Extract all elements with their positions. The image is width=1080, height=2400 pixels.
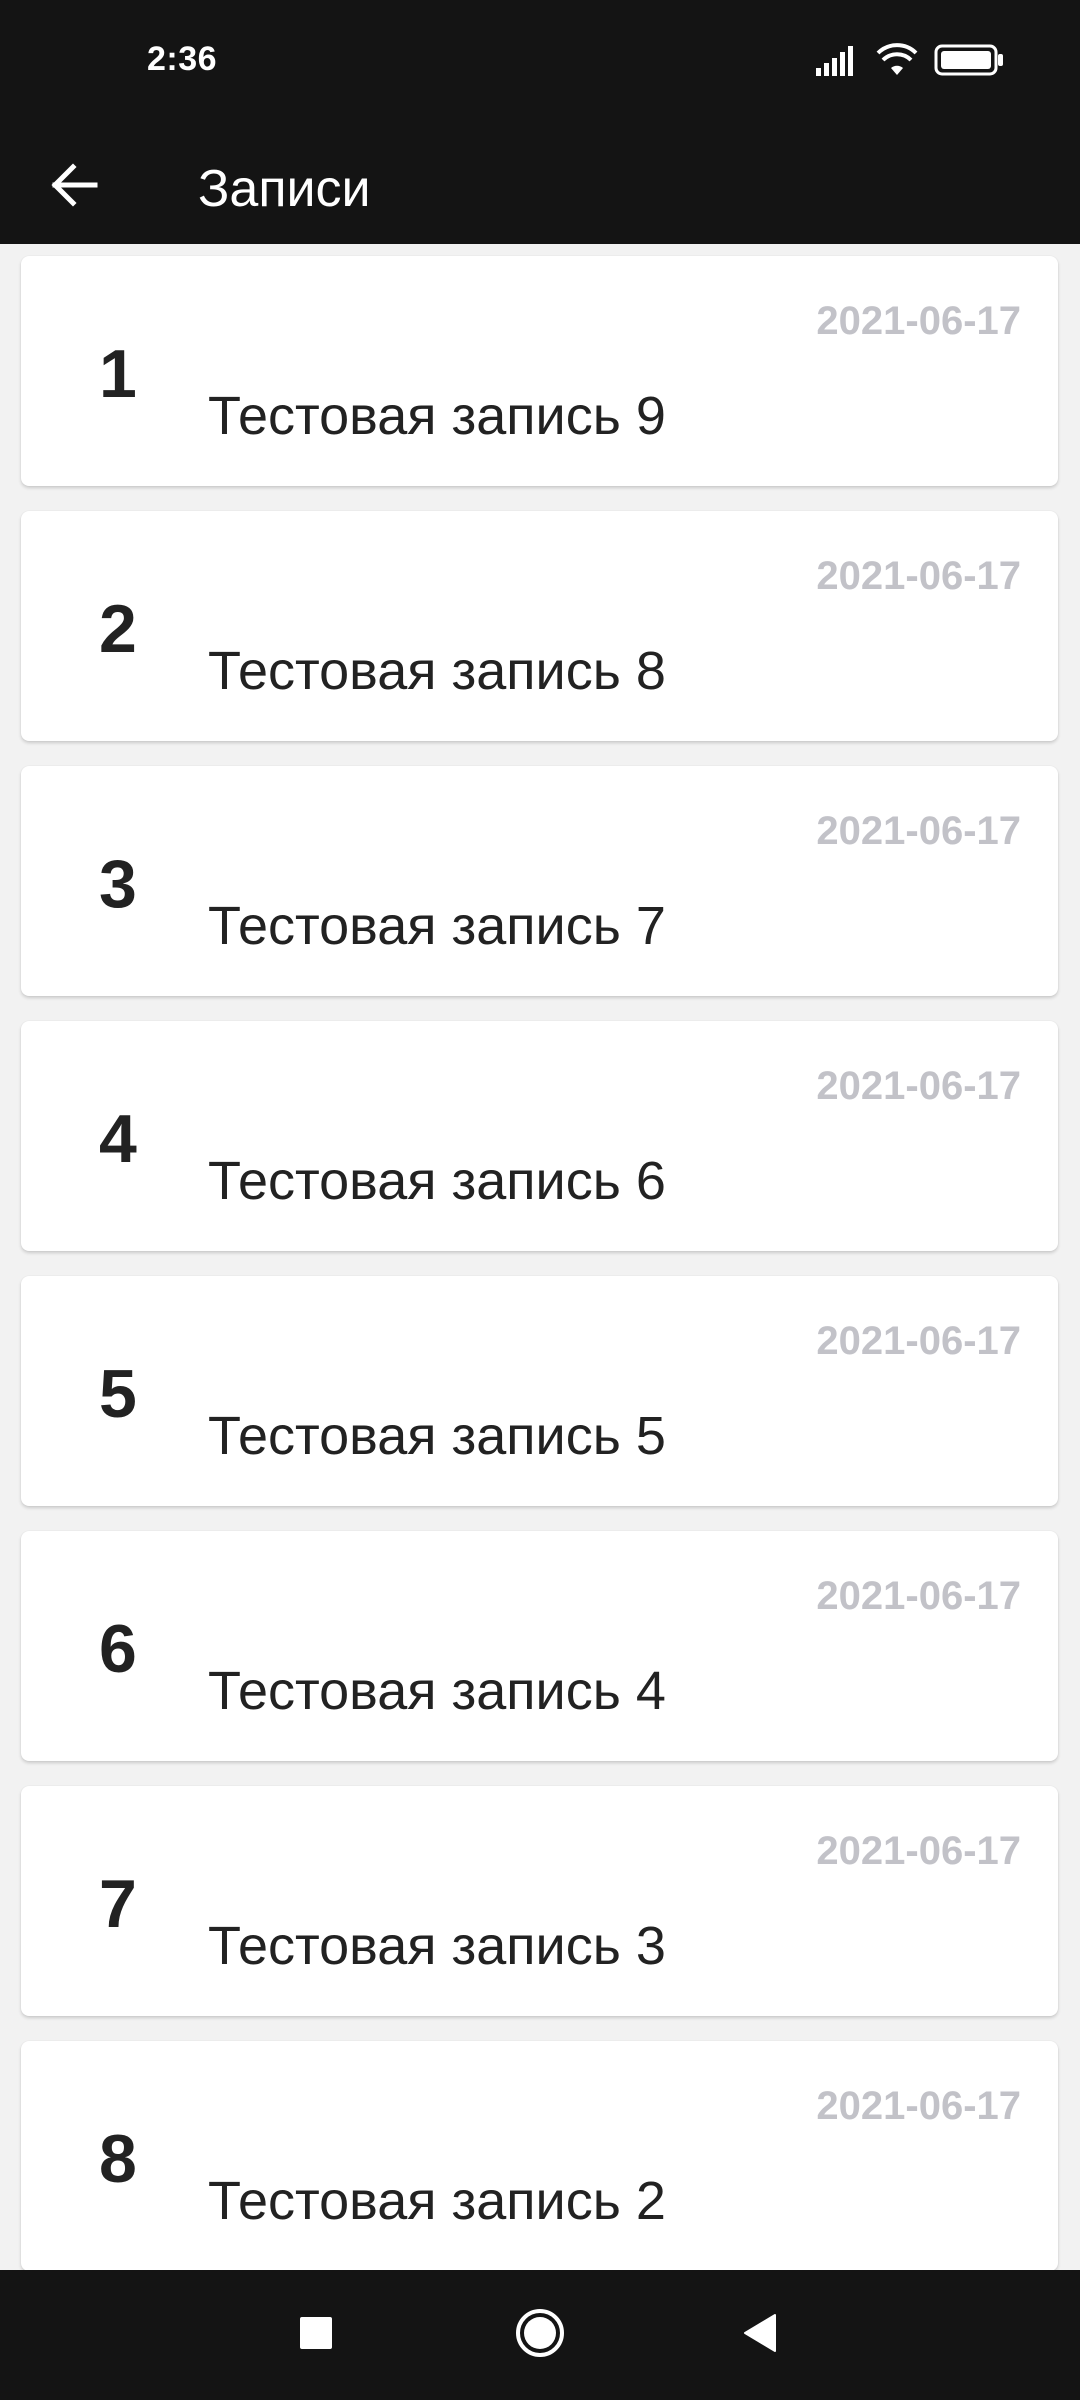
app-bar: Записи <box>0 120 1080 244</box>
record-title: Тестовая запись 9 <box>208 386 666 446</box>
back-button[interactable] <box>30 142 120 232</box>
record-number: 1 <box>99 336 137 412</box>
record-number: 6 <box>99 1611 137 1687</box>
system-back-button[interactable] <box>695 2270 825 2400</box>
record-card[interactable]: 4 2021-06-17 Тестовая запись 6 <box>21 1021 1058 1251</box>
recents-square-icon <box>298 2315 334 2356</box>
home-button[interactable] <box>475 2270 605 2400</box>
record-number: 7 <box>99 1866 137 1942</box>
record-date: 2021-06-17 <box>816 1064 1021 1108</box>
record-card[interactable]: 2 2021-06-17 Тестовая запись 8 <box>21 511 1058 741</box>
status-bar: 2:36 <box>0 0 1080 120</box>
record-card[interactable]: 3 2021-06-17 Тестовая запись 7 <box>21 766 1058 996</box>
status-time: 2:36 <box>147 40 218 78</box>
records-list[interactable]: 1 2021-06-17 Тестовая запись 9 2 2021-06… <box>0 244 1080 2270</box>
record-number: 4 <box>99 1101 137 1177</box>
record-title: Тестовая запись 8 <box>208 641 666 701</box>
page-title: Записи <box>198 160 371 218</box>
record-title: Тестовая запись 7 <box>208 896 666 956</box>
record-date: 2021-06-17 <box>816 1319 1021 1363</box>
home-circle-icon <box>515 2308 565 2363</box>
record-card[interactable]: 6 2021-06-17 Тестовая запись 4 <box>21 1531 1058 1761</box>
record-date: 2021-06-17 <box>816 809 1021 853</box>
record-card[interactable]: 8 2021-06-17 Тестовая запись 2 <box>21 2041 1058 2270</box>
wifi-icon <box>876 43 918 77</box>
record-card[interactable]: 7 2021-06-17 Тестовая запись 3 <box>21 1786 1058 2016</box>
status-icons <box>816 38 1004 82</box>
record-date: 2021-06-17 <box>816 554 1021 598</box>
record-card[interactable]: 5 2021-06-17 Тестовая запись 5 <box>21 1276 1058 1506</box>
record-date: 2021-06-17 <box>816 1574 1021 1618</box>
battery-icon <box>934 44 1004 76</box>
record-title: Тестовая запись 2 <box>208 2171 666 2231</box>
record-number: 3 <box>99 846 137 922</box>
record-title: Тестовая запись 3 <box>208 1916 666 1976</box>
back-triangle-icon <box>741 2313 779 2358</box>
record-title: Тестовая запись 6 <box>208 1151 666 1211</box>
record-number: 8 <box>99 2121 137 2197</box>
record-number: 5 <box>99 1356 137 1432</box>
record-date: 2021-06-17 <box>816 2084 1021 2128</box>
record-number: 2 <box>99 591 137 667</box>
system-nav-bar <box>0 2270 1080 2400</box>
record-title: Тестовая запись 4 <box>208 1661 666 1721</box>
record-date: 2021-06-17 <box>816 299 1021 343</box>
recents-button[interactable] <box>251 2270 381 2400</box>
arrow-back-icon <box>49 159 101 216</box>
record-card[interactable]: 1 2021-06-17 Тестовая запись 9 <box>21 256 1058 486</box>
signal-icon <box>816 44 860 76</box>
screen: 2:36 Записи 1 2021-06-17 Тестовая запись… <box>0 0 1080 2400</box>
record-date: 2021-06-17 <box>816 1829 1021 1873</box>
record-title: Тестовая запись 5 <box>208 1406 666 1466</box>
